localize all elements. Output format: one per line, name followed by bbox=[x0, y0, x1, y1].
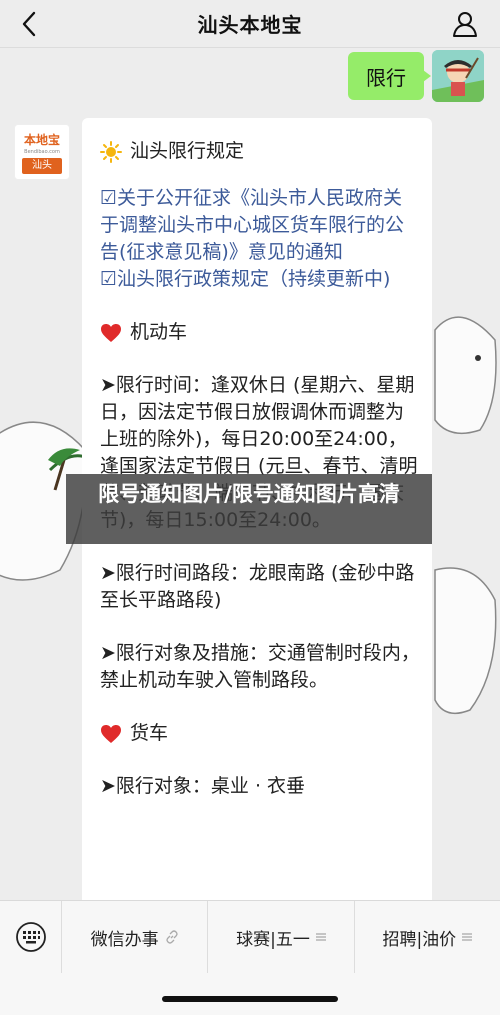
menu-icon bbox=[462, 933, 473, 941]
keyboard-icon bbox=[15, 922, 46, 952]
brand-logo-text: 本地宝 bbox=[23, 133, 60, 147]
bot-message-content: 汕头限行规定 ☑关于公开征求《汕头市人民政府关于调整汕头市中心城区货车限行的公告… bbox=[100, 138, 420, 800]
cartoon-avatar-icon bbox=[432, 50, 484, 102]
motor-title: 机动车 bbox=[130, 321, 188, 343]
brand-logo-sub: Bendibao.com bbox=[24, 149, 60, 155]
heart-icon bbox=[101, 323, 121, 342]
watermark-caption: 限号通知图片/限号通知图片高清 bbox=[66, 474, 432, 544]
bot-avatar[interactable]: 本地宝 Bendibao.com 汕头 bbox=[14, 124, 70, 180]
section-header: 汕头限行规定 bbox=[100, 138, 420, 165]
bottom-menu-bar: 微信办事 球赛|五一 招聘|油价 bbox=[0, 900, 500, 1015]
truck-header: 货车 bbox=[100, 720, 420, 747]
whale-decoration-icon bbox=[434, 567, 497, 715]
whale-decoration-icon bbox=[434, 316, 497, 435]
user-message-bubble[interactable]: 限行 bbox=[348, 52, 431, 100]
menu-item-label: 招聘|油价 bbox=[382, 929, 457, 950]
person-icon bbox=[453, 12, 477, 37]
menu-item-label: 球赛|五一 bbox=[236, 929, 310, 950]
profile-button[interactable] bbox=[450, 8, 480, 40]
menu-row: 微信办事 球赛|五一 招聘|油价 bbox=[0, 901, 500, 973]
home-indicator[interactable] bbox=[162, 996, 338, 1002]
policy-link-1[interactable]: ☑关于公开征求《汕头市人民政府关于调整汕头市中心城区货车限行的公告(征求意见稿)… bbox=[100, 185, 420, 266]
user-message-text: 限行 bbox=[366, 65, 406, 90]
sun-icon bbox=[100, 140, 122, 163]
section-title: 汕头限行规定 bbox=[130, 140, 245, 162]
link-icon bbox=[166, 930, 178, 944]
heart-icon bbox=[101, 724, 121, 743]
truck-title: 货车 bbox=[130, 722, 169, 744]
back-button[interactable] bbox=[14, 8, 44, 40]
motor-target-text: ➤限行对象及措施：交通管制时段内，禁止机动车驶入管制路段。 bbox=[100, 642, 420, 691]
menu-item-jobs[interactable]: 招聘|油价 bbox=[355, 901, 500, 973]
header-bar: 汕头本地宝 bbox=[0, 0, 500, 48]
chat-screen: 汕头本地宝 限行 本地宝 Bendibao.com 汕头 汕头限行规定 ☑关于公… bbox=[0, 0, 500, 1015]
motor-road-text: ➤限行时间路段：龙眼南路 (金砂中路至长平路路段) bbox=[100, 562, 415, 611]
truck-partial-text: ➤限行对象：桌业 · 衣垂 bbox=[100, 775, 306, 797]
menu-item-match[interactable]: 球赛|五一 bbox=[208, 901, 355, 973]
city-tag: 汕头 bbox=[22, 158, 62, 174]
menu-item-label: 微信办事 bbox=[90, 929, 159, 950]
chevron-left-icon bbox=[22, 11, 36, 37]
motor-header: 机动车 bbox=[100, 319, 420, 346]
page-title: 汕头本地宝 bbox=[197, 13, 303, 37]
policy-link-2[interactable]: ☑汕头限行政策规定（持续更新中) bbox=[100, 266, 420, 293]
menu-icon bbox=[315, 933, 326, 941]
menu-item-wechat-service[interactable]: 微信办事 bbox=[62, 901, 209, 973]
user-avatar[interactable] bbox=[432, 50, 484, 102]
keyboard-toggle-button[interactable] bbox=[0, 901, 62, 973]
